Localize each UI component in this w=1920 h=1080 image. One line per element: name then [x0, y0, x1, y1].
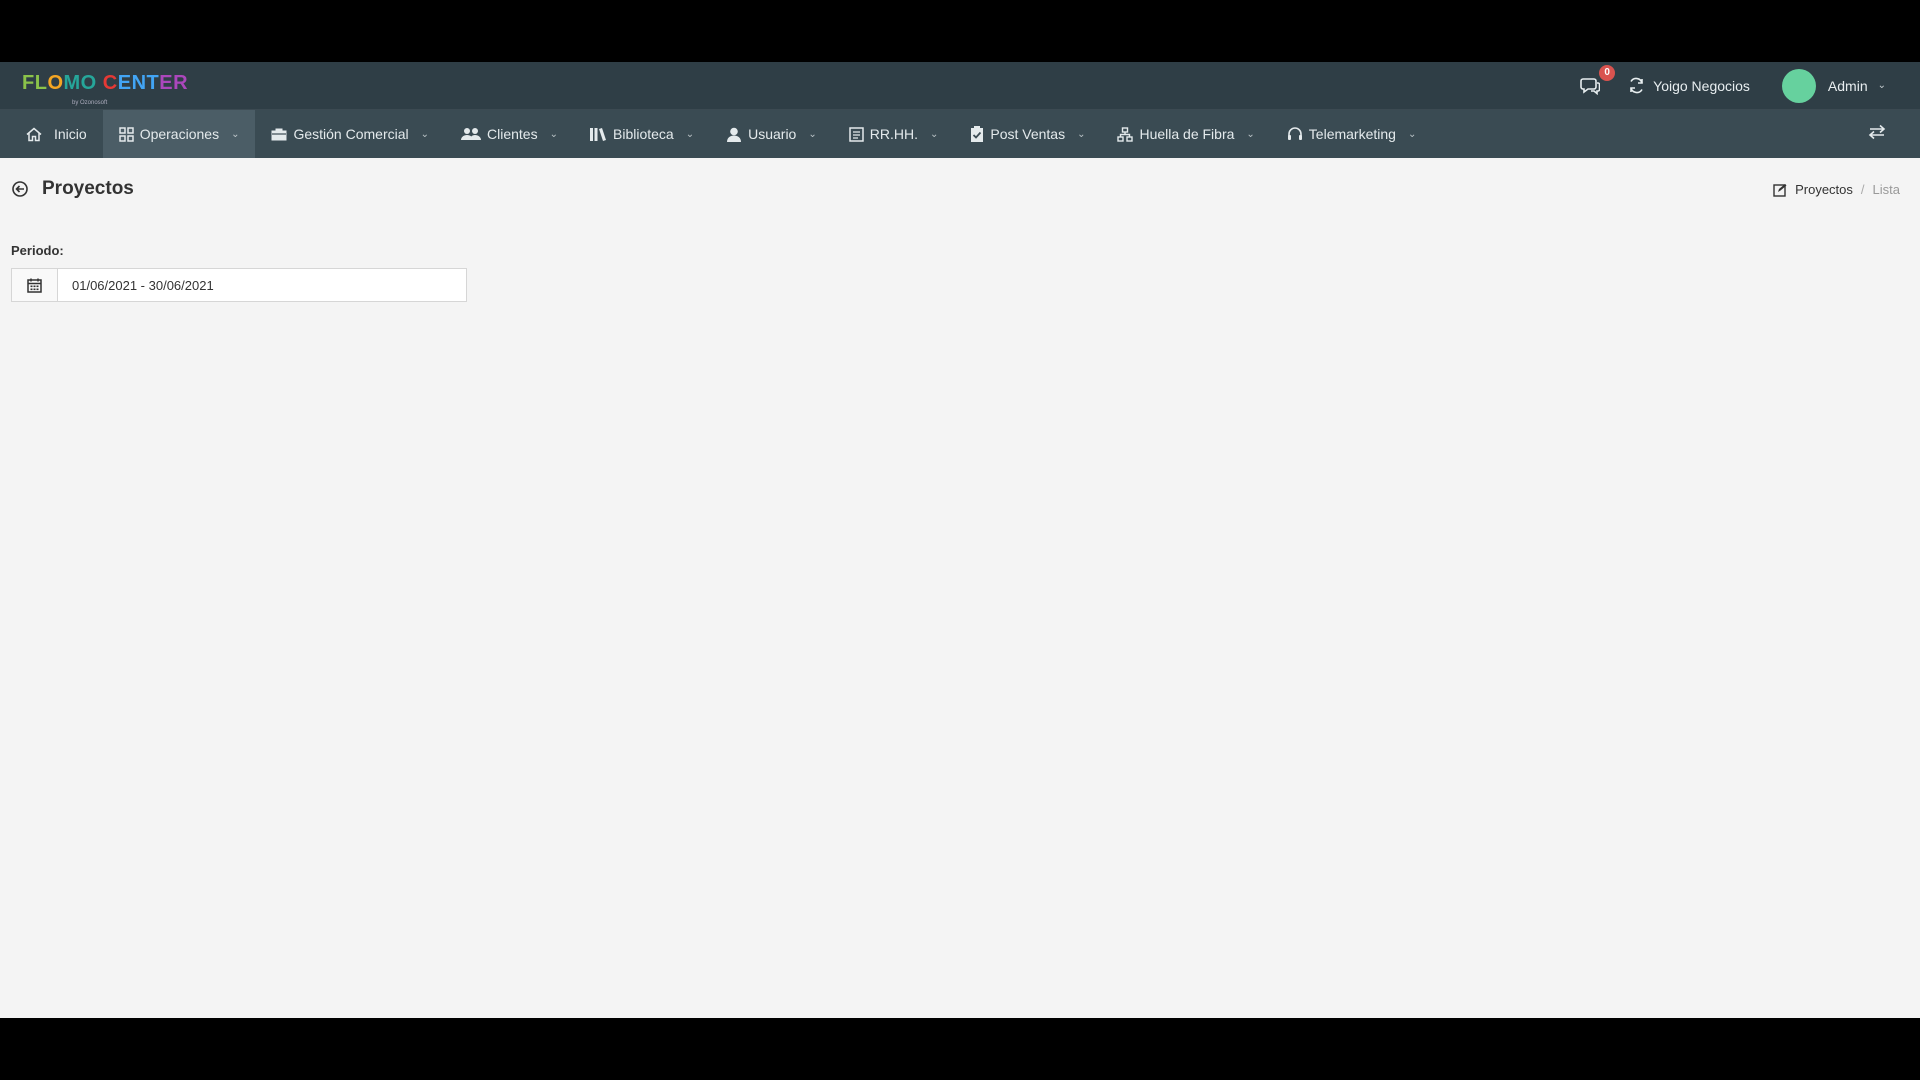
date-range-input[interactable]: [58, 269, 466, 301]
user-menu[interactable]: Admin ⌄: [1828, 78, 1886, 94]
nav-item-inicio[interactable]: Inicio: [10, 110, 103, 158]
logo-part: FL: [22, 72, 48, 94]
date-range-group: [11, 268, 467, 302]
sitemap-icon: [1117, 126, 1134, 142]
nav-label: Biblioteca: [613, 126, 674, 142]
period-filter: Periodo:: [11, 243, 467, 302]
nav-label: Telemarketing: [1308, 126, 1396, 142]
nav-item-clientes[interactable]: Clientes ⌄: [445, 110, 574, 158]
nav-item-rrhh[interactable]: RR.HH. ⌄: [833, 110, 955, 158]
briefcase-icon: [271, 128, 287, 141]
chevron-down-icon: ⌄: [1407, 128, 1417, 140]
breadcrumb-lista: Lista: [1872, 182, 1900, 197]
chevron-down-icon: ⌄: [929, 128, 939, 140]
nav-label: Gestión Comercial: [293, 126, 409, 142]
chat-button[interactable]: 0: [1578, 64, 1616, 98]
notification-badge: 0: [1599, 64, 1616, 81]
chevron-down-icon: ⌄: [685, 128, 695, 140]
avatar[interactable]: [1781, 68, 1816, 103]
main-navbar: Inicio Operaciones ⌄ Gestión Comercial ⌄…: [0, 110, 1920, 158]
users-icon: [461, 128, 482, 140]
chevron-down-icon: ⌄: [231, 128, 240, 140]
nav-item-gestion-comercial[interactable]: Gestión Comercial ⌄: [255, 110, 445, 158]
chevron-down-icon: ⌄: [549, 128, 558, 140]
nav-item-biblioteca[interactable]: Biblioteca ⌄: [574, 110, 710, 158]
calendar-button[interactable]: [12, 269, 58, 301]
app-window: FLOMO CENTER by Ozonosoft 0 Yoigo Negoci…: [0, 62, 1920, 1018]
company-name: Yoigo Negocios: [1653, 77, 1750, 94]
chevron-down-icon: ⌄: [1877, 80, 1886, 91]
chat-icon: [1580, 77, 1601, 95]
chevron-down-icon: ⌄: [1246, 128, 1255, 140]
breadcrumb-proyectos[interactable]: Proyectos: [1795, 182, 1853, 197]
logo-part: O: [47, 72, 64, 94]
chevron-down-icon: ⌄: [420, 128, 430, 140]
user-icon: [727, 127, 742, 142]
nav-item-usuario[interactable]: Usuario ⌄: [710, 110, 833, 158]
nav-item-huella-de-fibra[interactable]: Huella de Fibra ⌄: [1101, 110, 1270, 158]
clipboard-check-icon: [971, 126, 984, 142]
top-bar: FLOMO CENTER by Ozonosoft 0 Yoigo Negoci…: [0, 62, 1920, 110]
nav-label: RR.HH.: [869, 126, 918, 142]
nav-label: Post Ventas: [990, 126, 1066, 142]
period-label: Periodo:: [11, 243, 64, 258]
nav-item-post-ventas[interactable]: Post Ventas ⌄: [954, 110, 1101, 158]
chevron-down-icon: ⌄: [1077, 128, 1086, 140]
nav-item-operaciones[interactable]: Operaciones ⌄: [102, 110, 256, 158]
logo-part: C: [102, 72, 118, 94]
company-switcher[interactable]: Yoigo Negocios: [1628, 77, 1750, 94]
home-icon: [26, 127, 42, 141]
app-logo[interactable]: FLOMO CENTER by Ozonosoft: [22, 72, 189, 106]
logo-part: ER: [159, 72, 189, 94]
page-header: Proyectos Proyectos / Lista: [0, 158, 1920, 218]
grid-icon: [118, 126, 134, 142]
breadcrumb-separator: /: [1860, 182, 1865, 197]
edit-icon: [1773, 183, 1787, 197]
library-icon: [590, 128, 606, 141]
nav-label: Operaciones: [139, 126, 220, 142]
layout-toggle-button[interactable]: [1868, 124, 1886, 145]
calendar-icon: [27, 278, 42, 293]
logo-part: ENT: [117, 72, 160, 94]
swap-arrows-icon: [1868, 124, 1886, 140]
page-title: Proyectos: [42, 178, 134, 199]
refresh-icon: [1630, 77, 1643, 94]
nav-label: Huella de Fibra: [1139, 126, 1235, 142]
nav-label: Inicio: [54, 126, 87, 142]
nav-label: Clientes: [487, 126, 538, 142]
nav-item-telemarketing[interactable]: Telemarketing ⌄: [1271, 110, 1433, 158]
id-card-icon: [848, 126, 864, 142]
headset-icon: [1287, 127, 1302, 140]
breadcrumb: Proyectos / Lista: [1773, 182, 1900, 197]
user-name: Admin: [1827, 77, 1868, 94]
nav-label: Usuario: [748, 126, 797, 142]
logo-part: MO: [63, 72, 103, 94]
back-arrow-icon[interactable]: [12, 181, 28, 197]
chevron-down-icon: ⌄: [808, 128, 817, 140]
